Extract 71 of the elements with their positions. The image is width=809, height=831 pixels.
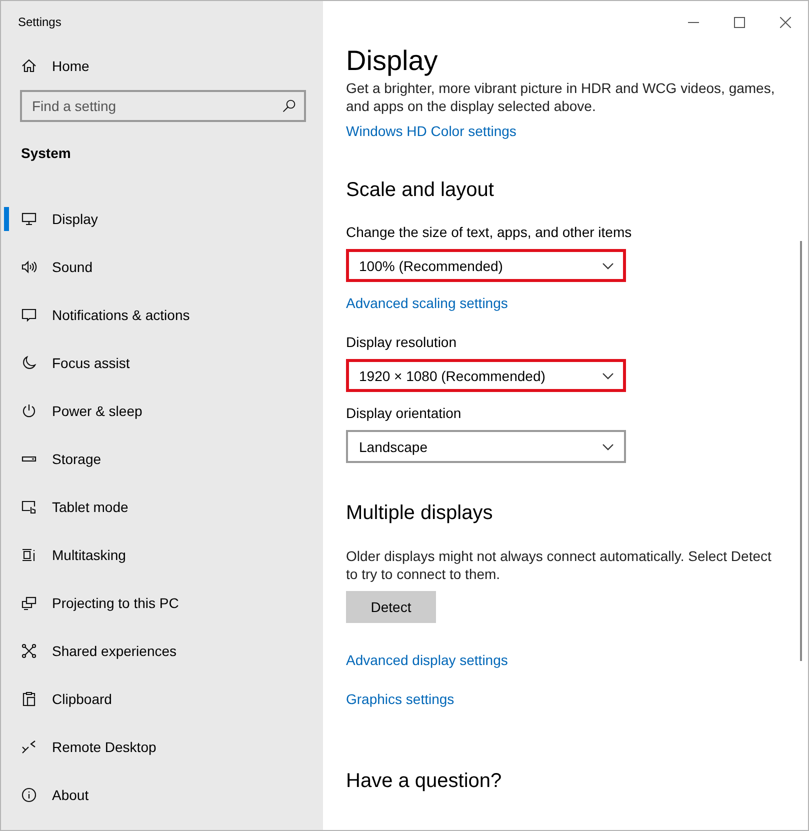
detect-button[interactable]: Detect: [346, 591, 436, 623]
nav-label: Sound: [52, 259, 92, 275]
settings-link[interactable]: Advanced scaling settings: [346, 294, 508, 312]
nav-label: Projecting to this PC: [52, 595, 179, 611]
dropdown[interactable]: 100% (Recommended): [346, 249, 626, 282]
section-heading: Multiple displays: [346, 501, 494, 526]
nav-label: About: [52, 787, 89, 803]
nav-item[interactable]: Projecting to this PC: [1, 579, 323, 627]
display-icon: [21, 211, 37, 227]
section-heading: Have a question?: [346, 769, 503, 794]
nav-item[interactable]: Sound: [1, 243, 323, 291]
tablet-icon: [21, 499, 37, 515]
dropdown-value: 1920 × 1080 (Recommended): [359, 368, 546, 384]
dropdown-value: Landscape: [359, 438, 428, 454]
home-icon: [21, 58, 37, 74]
nav-label: Focus assist: [52, 355, 130, 371]
page-title: Display: [346, 44, 439, 78]
field-label: Change the size of text, apps, and other items: [346, 223, 633, 241]
settings-link[interactable]: Advanced display settings: [346, 651, 508, 669]
nav-label: Storage: [52, 451, 102, 467]
settings-link[interactable]: Graphics settings: [346, 690, 454, 708]
remote-icon: [21, 739, 37, 755]
nav-label: Notifications & actions: [52, 307, 190, 323]
projecting-icon: [21, 595, 37, 611]
nav-item[interactable]: Tablet mode: [1, 483, 323, 531]
nav-item[interactable]: About: [1, 771, 323, 819]
nav-item[interactable]: Focus assist: [1, 339, 323, 387]
nav-item[interactable]: Multitasking: [1, 531, 323, 579]
nav-label: Clipboard: [52, 691, 112, 707]
nav-label: Multitasking: [52, 547, 126, 563]
sound-icon: [21, 259, 37, 275]
search-icon: [282, 99, 296, 113]
dropdown[interactable]: 1920 × 1080 (Recommended): [346, 359, 626, 392]
field-label: Display orientation: [346, 404, 462, 422]
nav-label: Display: [52, 211, 98, 227]
notifications-icon: [21, 307, 37, 323]
maximize-icon: [734, 16, 744, 28]
shared-icon: [21, 643, 37, 659]
scrollbar[interactable]: [800, 241, 802, 661]
section-heading: Scale and layout: [346, 178, 495, 203]
nav-item[interactable]: Storage: [1, 435, 323, 483]
nav-label: Shared experiences: [52, 643, 177, 659]
nav-label: Remote Desktop: [52, 739, 156, 755]
home-item[interactable]: Home: [1, 56, 323, 76]
window-title: Settings: [17, 14, 62, 29]
section-title: System: [20, 145, 72, 161]
field-label: Display resolution: [346, 333, 458, 351]
nav-label: Tablet mode: [52, 499, 128, 515]
home-label: Home: [52, 58, 90, 74]
description-text: Get a brighter, more vibrant picture in HDR and WCG videos, games, and apps on the display selected above.: [346, 79, 776, 115]
nav-item[interactable]: Shared experiences: [1, 627, 323, 675]
nav-label: Power & sleep: [52, 403, 142, 419]
dropdown-value: 100% (Recommended): [359, 258, 503, 274]
nav-item[interactable]: Clipboard: [1, 675, 323, 723]
close-icon: [780, 16, 790, 28]
nav-item[interactable]: Power & sleep: [1, 387, 323, 435]
about-icon: [21, 787, 37, 803]
dropdown[interactable]: Landscape: [346, 430, 626, 463]
chevron-down-icon: [602, 262, 614, 270]
settings-link[interactable]: Windows HD Color settings: [346, 122, 516, 140]
chevron-down-icon: [602, 372, 614, 380]
multitasking-icon: [21, 547, 37, 563]
chevron-down-icon: [602, 442, 614, 450]
nav-item[interactable]: Display: [1, 195, 323, 243]
clipboard-icon: [21, 691, 37, 707]
search-field[interactable]: Find a setting: [20, 90, 306, 122]
nav-item[interactable]: Notifications & actions: [1, 291, 323, 339]
nav-item[interactable]: Remote Desktop: [1, 723, 323, 771]
power-icon: [21, 403, 37, 419]
focus-icon: [21, 355, 37, 371]
description-text: Older displays might not always connect automatically. Select Detect to try to connect to them.: [346, 547, 772, 583]
